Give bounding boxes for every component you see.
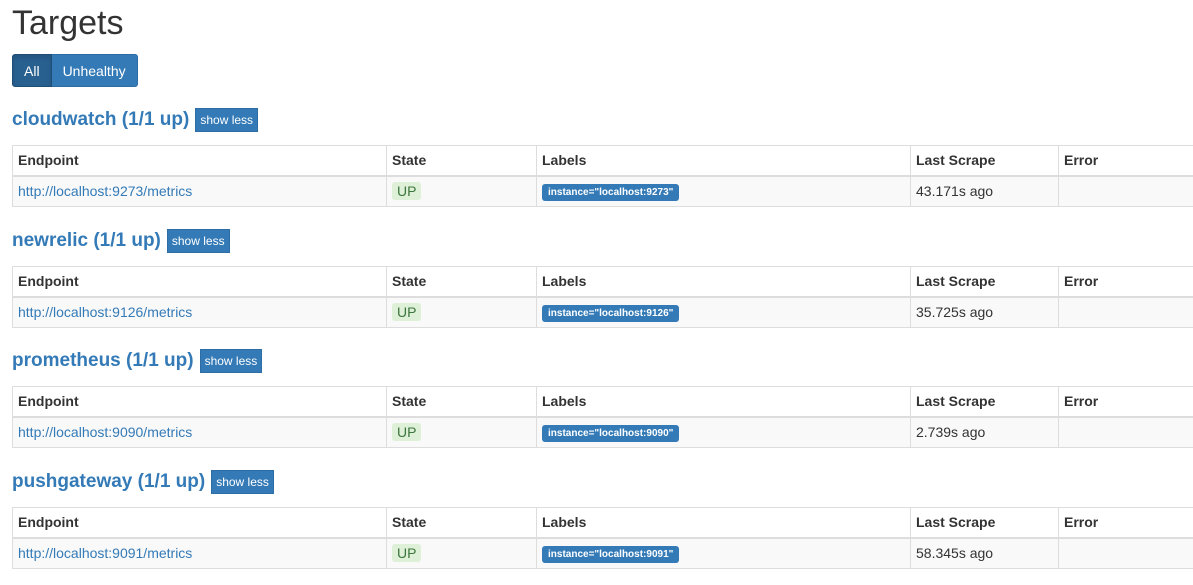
- table-row: http://localhost:9273/metrics UP instanc…: [12, 175, 1193, 207]
- endpoint-link[interactable]: http://localhost:9091/metrics: [18, 545, 192, 561]
- last-scrape-cell: 35.725s ago: [910, 296, 1059, 328]
- header-state: State: [386, 507, 537, 539]
- endpoint-link[interactable]: http://localhost:9273/metrics: [18, 183, 192, 199]
- show-less-button[interactable]: show less: [195, 108, 259, 132]
- job-section-newrelic: newrelic (1/1 up) show less Endpoint Sta…: [12, 228, 1193, 328]
- state-cell: UP: [386, 416, 537, 448]
- header-error: Error: [1058, 507, 1193, 539]
- state-cell: UP: [386, 537, 537, 569]
- show-less-button[interactable]: show less: [211, 470, 274, 494]
- header-labels: Labels: [536, 386, 911, 418]
- filter-all-button[interactable]: All: [12, 54, 52, 87]
- table-header-row: Endpoint State Labels Last Scrape Error: [12, 507, 1193, 539]
- endpoint-cell: http://localhost:9091/metrics: [12, 537, 387, 569]
- show-less-button[interactable]: show less: [166, 229, 230, 253]
- header-endpoint: Endpoint: [12, 507, 387, 539]
- state-cell: UP: [386, 175, 537, 207]
- error-cell: [1058, 175, 1193, 207]
- labels-cell: instance="localhost:9091": [536, 537, 911, 569]
- show-less-button[interactable]: show less: [199, 349, 263, 373]
- header-state: State: [386, 266, 537, 298]
- job-section-prometheus: prometheus (1/1 up) show less Endpoint S…: [12, 348, 1193, 448]
- error-cell: [1058, 296, 1193, 328]
- header-labels: Labels: [536, 507, 911, 539]
- job-title-link[interactable]: pushgateway (1/1 up): [12, 471, 205, 493]
- state-badge: UP: [392, 423, 422, 442]
- table-row: http://localhost:9090/metrics UP instanc…: [12, 416, 1193, 448]
- table-header-row: Endpoint State Labels Last Scrape Error: [12, 266, 1193, 298]
- job-header: pushgateway (1/1 up) show less: [12, 469, 1193, 495]
- page-title: Targets: [12, 4, 124, 42]
- table-header-row: Endpoint State Labels Last Scrape Error: [12, 386, 1193, 418]
- header-endpoint: Endpoint: [12, 145, 387, 177]
- endpoint-cell: http://localhost:9126/metrics: [12, 296, 387, 328]
- header-error: Error: [1058, 145, 1193, 177]
- header-last-scrape: Last Scrape: [910, 386, 1059, 418]
- header-last-scrape: Last Scrape: [910, 145, 1059, 177]
- error-cell: [1058, 537, 1193, 569]
- targets-table: Endpoint State Labels Last Scrape Error …: [12, 145, 1193, 207]
- label-badge: instance="localhost:9126": [542, 304, 680, 322]
- labels-cell: instance="localhost:9090": [536, 416, 911, 448]
- filter-button-group: All Unhealthy: [12, 54, 138, 87]
- last-scrape-cell: 43.171s ago: [910, 175, 1059, 207]
- header-endpoint: Endpoint: [12, 386, 387, 418]
- label-badge: instance="localhost:9090": [542, 424, 680, 442]
- targets-page: Targets All Unhealthy cloudwatch (1/1 up…: [0, 0, 1193, 585]
- job-section-cloudwatch: cloudwatch (1/1 up) show less Endpoint S…: [12, 107, 1193, 207]
- endpoint-cell: http://localhost:9090/metrics: [12, 416, 387, 448]
- header-error: Error: [1058, 386, 1193, 418]
- targets-table: Endpoint State Labels Last Scrape Error …: [12, 507, 1193, 569]
- header-labels: Labels: [536, 266, 911, 298]
- endpoint-link[interactable]: http://localhost:9090/metrics: [18, 424, 192, 440]
- job-section-pushgateway: pushgateway (1/1 up) show less Endpoint …: [12, 469, 1193, 569]
- header-last-scrape: Last Scrape: [910, 266, 1059, 298]
- header-state: State: [386, 145, 537, 177]
- labels-cell: instance="localhost:9126": [536, 296, 911, 328]
- last-scrape-cell: 2.739s ago: [910, 416, 1059, 448]
- endpoint-cell: http://localhost:9273/metrics: [12, 175, 387, 207]
- header-state: State: [386, 386, 537, 418]
- state-badge: UP: [392, 303, 422, 322]
- state-badge: UP: [392, 182, 422, 201]
- header-error: Error: [1058, 266, 1193, 298]
- label-badge: instance="localhost:9091": [542, 545, 680, 563]
- targets-table: Endpoint State Labels Last Scrape Error …: [12, 386, 1193, 448]
- error-cell: [1058, 416, 1193, 448]
- state-cell: UP: [386, 296, 537, 328]
- state-badge: UP: [392, 544, 422, 563]
- filter-unhealthy-button[interactable]: Unhealthy: [51, 54, 138, 87]
- job-header: cloudwatch (1/1 up) show less: [12, 107, 1193, 133]
- job-header: prometheus (1/1 up) show less: [12, 348, 1193, 374]
- label-badge: instance="localhost:9273": [542, 183, 680, 201]
- table-row: http://localhost:9091/metrics UP instanc…: [12, 537, 1193, 569]
- last-scrape-cell: 58.345s ago: [910, 537, 1059, 569]
- table-row: http://localhost:9126/metrics UP instanc…: [12, 296, 1193, 328]
- job-title-link[interactable]: newrelic (1/1 up): [12, 230, 161, 252]
- targets-table: Endpoint State Labels Last Scrape Error …: [12, 266, 1193, 328]
- job-title-link[interactable]: cloudwatch (1/1 up): [12, 109, 189, 131]
- job-header: newrelic (1/1 up) show less: [12, 228, 1193, 254]
- header-last-scrape: Last Scrape: [910, 507, 1059, 539]
- job-title-link[interactable]: prometheus (1/1 up): [12, 350, 194, 372]
- header-endpoint: Endpoint: [12, 266, 387, 298]
- table-header-row: Endpoint State Labels Last Scrape Error: [12, 145, 1193, 177]
- header-labels: Labels: [536, 145, 911, 177]
- labels-cell: instance="localhost:9273": [536, 175, 911, 207]
- endpoint-link[interactable]: http://localhost:9126/metrics: [18, 304, 192, 320]
